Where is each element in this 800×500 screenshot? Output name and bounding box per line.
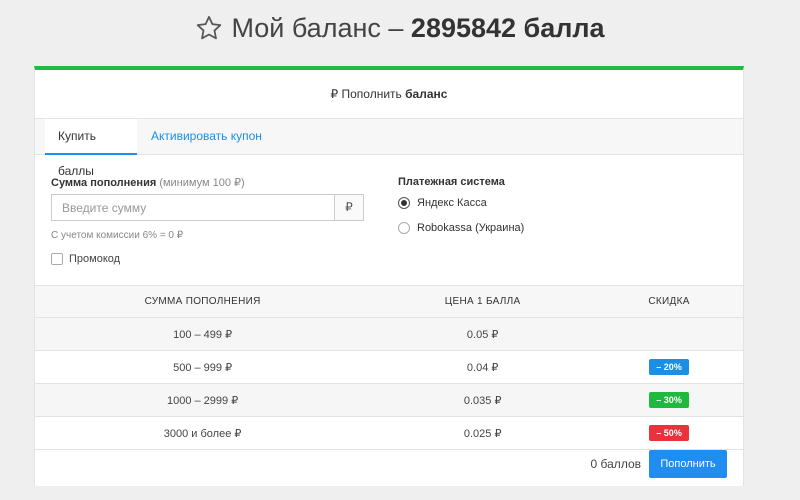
card-footer: 0 баллов Пополнить — [35, 450, 743, 480]
row-range: 1000 – 2999 ₽ — [35, 383, 371, 417]
table-row: 3000 и более ₽ 0.025 ₽ – 50% — [35, 416, 743, 450]
row-price: 0.035 ₽ — [370, 383, 596, 417]
discount-badge: – 20% — [649, 359, 689, 375]
tabs: Купить баллы Активировать купон — [35, 119, 743, 178]
header-price: ЦЕНА 1 БАЛЛА — [370, 285, 596, 318]
page-title: Мой баланс – 2895842 балла — [0, 8, 800, 53]
page-title-prefix: Мой баланс – — [231, 13, 404, 43]
card-header: ₽ Пополнить баланс — [35, 70, 743, 119]
row-range: 3000 и более ₽ — [35, 416, 371, 450]
discount-badge: – 50% — [649, 425, 689, 441]
balance-value: 2895842 балла — [410, 13, 605, 43]
table-row: 1000 – 2999 ₽ 0.035 ₽ – 30% — [35, 383, 743, 417]
amount-input-group: ₽ — [51, 194, 364, 221]
row-discount — [595, 317, 743, 351]
radio-robokassa[interactable] — [398, 222, 410, 234]
payment-option-robokassa[interactable]: Robokassa (Украина) — [398, 222, 524, 234]
header-amount: СУММА ПОПОЛНЕНИЯ — [35, 285, 371, 318]
amount-input[interactable] — [52, 195, 334, 220]
table-row: 500 – 999 ₽ 0.04 ₽ – 20% — [35, 350, 743, 384]
topup-card: ₽ Пополнить баланс Купить баллы Активиро… — [34, 66, 744, 486]
star-icon — [195, 13, 223, 53]
tab-activate-coupon[interactable]: Активировать купон — [138, 119, 275, 154]
discount-badge: – 30% — [649, 392, 689, 408]
payment-system-label: Платежная система — [398, 176, 505, 188]
promo-label: Промокод — [69, 253, 121, 265]
commission-hint: С учетом комиссии 6% = 0 ₽ — [51, 230, 184, 241]
row-discount: – 20% — [595, 350, 743, 384]
tab-buy-points[interactable]: Купить баллы — [45, 119, 137, 178]
payment-option-yandex[interactable]: Яндекс Касса — [398, 197, 487, 209]
card-header-bold: баланс — [405, 87, 448, 101]
ruble-addon-icon: ₽ — [334, 195, 363, 220]
promo-checkbox[interactable] — [51, 253, 63, 265]
radio-yandex[interactable] — [398, 197, 410, 209]
topup-form: Сумма пополнения (минимум 100 ₽) ₽ С уче… — [35, 155, 743, 285]
amount-label-text: Сумма пополнения — [51, 177, 157, 189]
payment-option-robokassa-label: Robokassa (Украина) — [417, 222, 525, 234]
table-header-row: СУММА ПОПОЛНЕНИЯ ЦЕНА 1 БАЛЛА СКИДКА — [35, 285, 743, 318]
row-range: 500 – 999 ₽ — [35, 350, 371, 384]
row-discount: – 50% — [595, 416, 743, 450]
row-price: 0.04 ₽ — [370, 350, 596, 384]
row-discount: – 30% — [595, 383, 743, 417]
row-price: 0.025 ₽ — [370, 416, 596, 450]
row-price: 0.05 ₽ — [370, 317, 596, 351]
row-range: 100 – 499 ₽ — [35, 317, 371, 351]
header-discount: СКИДКА — [595, 285, 743, 318]
table-row: 100 – 499 ₽ 0.05 ₽ — [35, 317, 743, 351]
points-total: 0 баллов — [590, 457, 641, 471]
amount-label: Сумма пополнения (минимум 100 ₽) — [51, 176, 245, 189]
card-header-prefix: ₽ Пополнить — [330, 87, 402, 101]
amount-minimum-hint: (минимум 100 ₽) — [159, 177, 245, 189]
promo-checkbox-row[interactable]: Промокод — [51, 253, 120, 265]
payment-option-yandex-label: Яндекс Касса — [417, 197, 487, 209]
rates-table: СУММА ПОПОЛНЕНИЯ ЦЕНА 1 БАЛЛА СКИДКА 100… — [35, 285, 743, 450]
topup-button[interactable]: Пополнить — [649, 450, 727, 478]
